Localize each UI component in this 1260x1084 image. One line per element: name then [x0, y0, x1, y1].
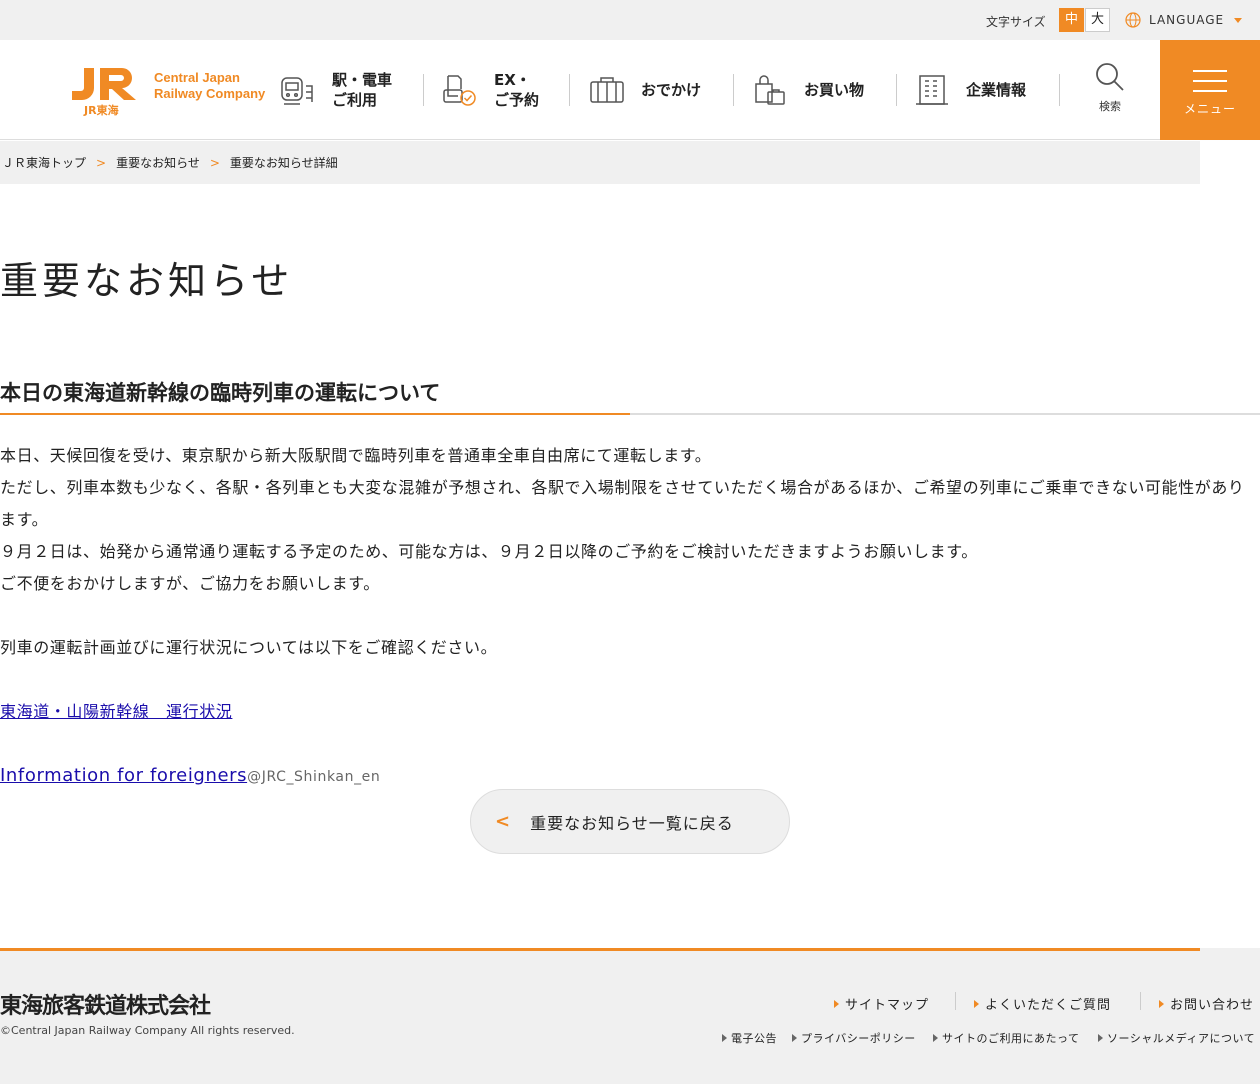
- back-to-notices-button[interactable]: < 重要なお知らせ一覧に戻る: [470, 789, 790, 854]
- footer-divider: [1140, 992, 1141, 1010]
- jr-central-logo[interactable]: JR東海 Central Japan Railway Company: [70, 66, 275, 117]
- reservation-icon: [443, 75, 476, 106]
- site-header: JR東海 Central Japan Railway Company 駅・電車ご…: [0, 40, 1260, 140]
- nav-label: 駅・電車 ご利用: [332, 71, 393, 109]
- logo-jr-tokai-text: JR東海: [84, 104, 119, 117]
- jr-logo-icon: [72, 68, 136, 100]
- breadcrumb-top[interactable]: ＪＲ東海トップ: [2, 154, 86, 171]
- nav-divider: [733, 74, 734, 106]
- nav-label: EX・ ご予約: [494, 71, 540, 109]
- menu-label: メニュー: [1183, 102, 1236, 116]
- nav-station-train[interactable]: 駅・電車 ご利用: [280, 40, 392, 140]
- nav-label: おでかけ: [641, 81, 702, 99]
- globe-icon: [1125, 12, 1141, 28]
- twitter-handle: @JRC_Shinkan_en: [247, 769, 381, 785]
- confirm-text: 列車の運転計画並びに運行状況については以下をご確認ください。: [0, 638, 498, 657]
- nav-odekake[interactable]: おでかけ: [589, 40, 701, 140]
- shopping-bag-icon: [755, 75, 785, 105]
- nav-divider: [423, 74, 424, 106]
- breadcrumb-current: 重要なお知らせ詳細: [229, 156, 338, 170]
- nav-divider: [896, 74, 897, 106]
- footer-accent-line: [0, 948, 1200, 951]
- article-body: 本日、天候回復を受け、東京駅から新大阪駅間で臨時列車を普通車全車自由席にて運転し…: [0, 440, 1255, 793]
- footer-link-contact[interactable]: お問い合わせ: [1159, 994, 1254, 1013]
- caret-down-icon: [1234, 17, 1243, 23]
- chevron-right-icon: >: [209, 155, 220, 170]
- chevron-right-icon: >: [96, 155, 107, 170]
- font-size-medium-button[interactable]: 中: [1059, 8, 1084, 32]
- footer-link-faq[interactable]: よくいただくご質問: [974, 994, 1111, 1013]
- footer-link-privacy[interactable]: プライバシーポリシー: [792, 1030, 916, 1046]
- search-icon: [1096, 63, 1124, 91]
- operation-status-link[interactable]: 東海道・山陽新幹線 運行状況: [0, 702, 232, 721]
- article-paragraph: ご不便をおかけしますが、ご協力をお願いします。: [0, 574, 380, 593]
- logo-line2: Railway Company: [154, 86, 266, 101]
- nav-divider: [569, 74, 570, 106]
- site-footer: 東海旅客鉄道株式会社 ©Central Japan Railway Compan…: [0, 948, 1260, 1084]
- suitcase-icon: [590, 77, 624, 103]
- footer-link-e-notice[interactable]: 電子公告: [722, 1030, 777, 1046]
- corporate-name: 東海旅客鉄道株式会社: [0, 994, 211, 1019]
- building-icon: [916, 75, 948, 105]
- article-title: 本日の東海道新幹線の臨時列車の運転について: [0, 381, 441, 405]
- copyright: ©Central Japan Railway Company All right…: [0, 1024, 295, 1037]
- font-size-large-button[interactable]: 大: [1085, 8, 1110, 32]
- search-button[interactable]: 検索: [1090, 62, 1130, 118]
- article-paragraph: ９月２日は、始発から通常通り運転する予定のため、可能な方は、９月２日以降のご予約…: [0, 542, 978, 561]
- article-paragraph: ただし、列車本数も少なく、各駅・各列車とも大変な混雑が予想され、各駅で入場制限を…: [0, 478, 1245, 529]
- chevron-left-icon: <: [495, 811, 511, 832]
- breadcrumb: ＪＲ東海トップ > 重要なお知らせ > 重要なお知らせ詳細: [0, 141, 1200, 184]
- title-underline: [0, 413, 1260, 415]
- hamburger-icon: [1193, 70, 1227, 100]
- footer-link-terms[interactable]: サイトのご利用にあたって: [933, 1030, 1079, 1046]
- menu-button[interactable]: メニュー: [1160, 40, 1260, 140]
- article-paragraph: 本日、天候回復を受け、東京駅から新大阪駅間で臨時列車を普通車全車自由席にて運転し…: [0, 446, 712, 465]
- utility-bar: 文字サイズ 中 大 LANGUAGE: [0, 0, 1260, 40]
- footer-link-sitemap[interactable]: サイトマップ: [834, 994, 929, 1013]
- footer-divider: [955, 992, 956, 1010]
- nav-shopping[interactable]: お買い物: [752, 40, 864, 140]
- font-size-label: 文字サイズ: [986, 15, 1046, 29]
- foreigners-info-link[interactable]: Information for foreigners: [0, 765, 247, 786]
- nav-corporate-info[interactable]: 企業情報: [914, 40, 1026, 140]
- nav-ex-reservation[interactable]: EX・ ご予約: [442, 40, 539, 140]
- logo-company-name: Central Japan Railway Company: [154, 70, 265, 102]
- nav-divider: [1059, 74, 1060, 106]
- back-button-label: 重要なお知らせ一覧に戻る: [530, 813, 734, 833]
- footer-link-social-media[interactable]: ソーシャルメディアについて: [1098, 1030, 1255, 1046]
- train-icon: [281, 77, 313, 105]
- nav-label: 企業情報: [966, 81, 1027, 99]
- page-title: 重要なお知らせ: [0, 259, 294, 303]
- language-selector[interactable]: LANGUAGE: [1125, 11, 1243, 29]
- search-label: 検索: [1099, 100, 1121, 113]
- nav-label: お買い物: [804, 81, 865, 99]
- breadcrumb-notices[interactable]: 重要なお知らせ: [116, 154, 200, 171]
- language-label: LANGUAGE: [1149, 13, 1225, 27]
- logo-line1: Central Japan: [154, 70, 240, 85]
